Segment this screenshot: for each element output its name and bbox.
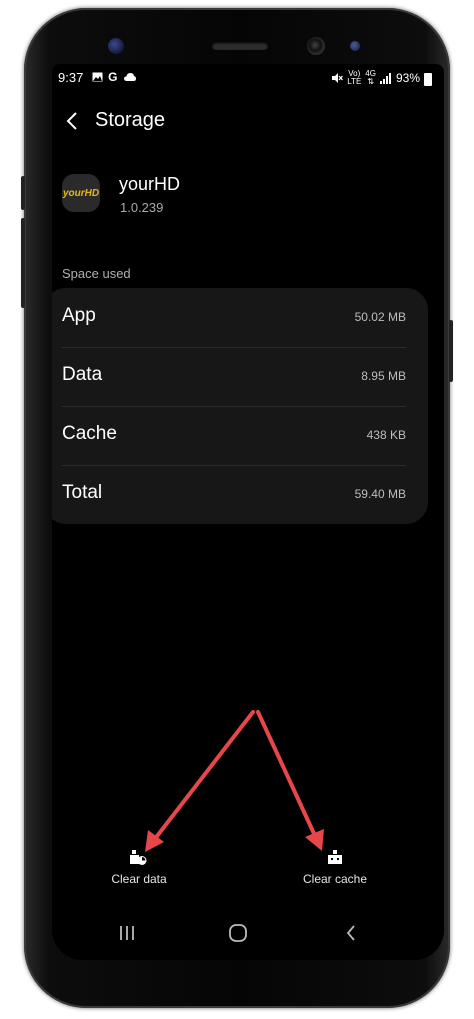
clear-cache-button[interactable]: Clear cache (275, 848, 395, 886)
row-label: Total (62, 482, 103, 503)
navigation-bar (52, 918, 444, 948)
network-gen-indicator: 4G ⇅ (365, 69, 376, 86)
clear-data-icon (130, 850, 147, 865)
row-label: Data (62, 364, 103, 385)
bixby-button (21, 176, 25, 210)
status-time: 9:37 (58, 70, 84, 85)
back-button[interactable] (60, 108, 84, 134)
page-title: Storage (95, 109, 166, 131)
volume-button (21, 218, 25, 308)
home-icon (229, 924, 247, 942)
google-icon: G (108, 70, 120, 84)
iris-scanner (108, 38, 124, 54)
row-label: App (62, 305, 96, 326)
battery-percentage: 93% (395, 71, 420, 85)
app-version: 1.0.239 (120, 200, 164, 215)
app-info: yourHD yourHD 1.0.239 (62, 174, 422, 222)
section-label: Space used (62, 266, 131, 281)
storage-card: App 50.02 MB Data 8.95 MB Cache 438 KB T… (52, 288, 428, 524)
row-value: 438 KB (366, 428, 406, 442)
notification-icons: G (92, 70, 137, 84)
mute-icon (332, 73, 344, 83)
chevron-left-icon (66, 112, 77, 130)
home-button[interactable] (223, 922, 253, 944)
proximity-sensor (350, 41, 360, 51)
back-nav-button[interactable] (336, 922, 366, 944)
status-bar: 9:37 G Vo) LTE 4G ⇅ 93% (52, 68, 444, 88)
gallery-icon (92, 72, 103, 82)
row-value: 8.95 MB (361, 369, 406, 383)
back-nav-icon (346, 925, 355, 941)
status-right: Vo) LTE 4G ⇅ 93% (331, 70, 432, 86)
header: Storage (52, 104, 444, 138)
front-camera (307, 37, 325, 55)
cloud-icon (124, 73, 137, 81)
volte-indicator: Vo) LTE (347, 69, 362, 86)
signal-icon (379, 72, 391, 84)
earpiece-speaker (212, 42, 268, 50)
clear-data-button[interactable]: Clear data (79, 848, 199, 886)
recent-apps-icon (120, 926, 134, 940)
storage-row-app: App 50.02 MB (62, 288, 406, 348)
recent-apps-button[interactable] (112, 922, 142, 944)
clear-data-label: Clear data (111, 872, 167, 886)
app-icon-text: yourHD (62, 187, 100, 199)
row-value: 59.40 MB (354, 487, 406, 501)
app-icon: yourHD (62, 174, 100, 212)
screen: 9:37 G Vo) LTE 4G ⇅ 93% Storage yourHD y… (52, 64, 444, 960)
app-name: yourHD (119, 174, 181, 194)
clear-cache-label: Clear cache (302, 872, 368, 886)
battery-icon (424, 72, 432, 86)
clear-cache-icon (328, 850, 342, 864)
row-label: Cache (62, 423, 117, 444)
storage-row-total: Total 59.40 MB (62, 465, 406, 524)
storage-row-data: Data 8.95 MB (62, 347, 406, 407)
power-button (449, 320, 453, 382)
row-value: 50.02 MB (354, 310, 406, 324)
storage-row-cache: Cache 438 KB (62, 406, 406, 466)
